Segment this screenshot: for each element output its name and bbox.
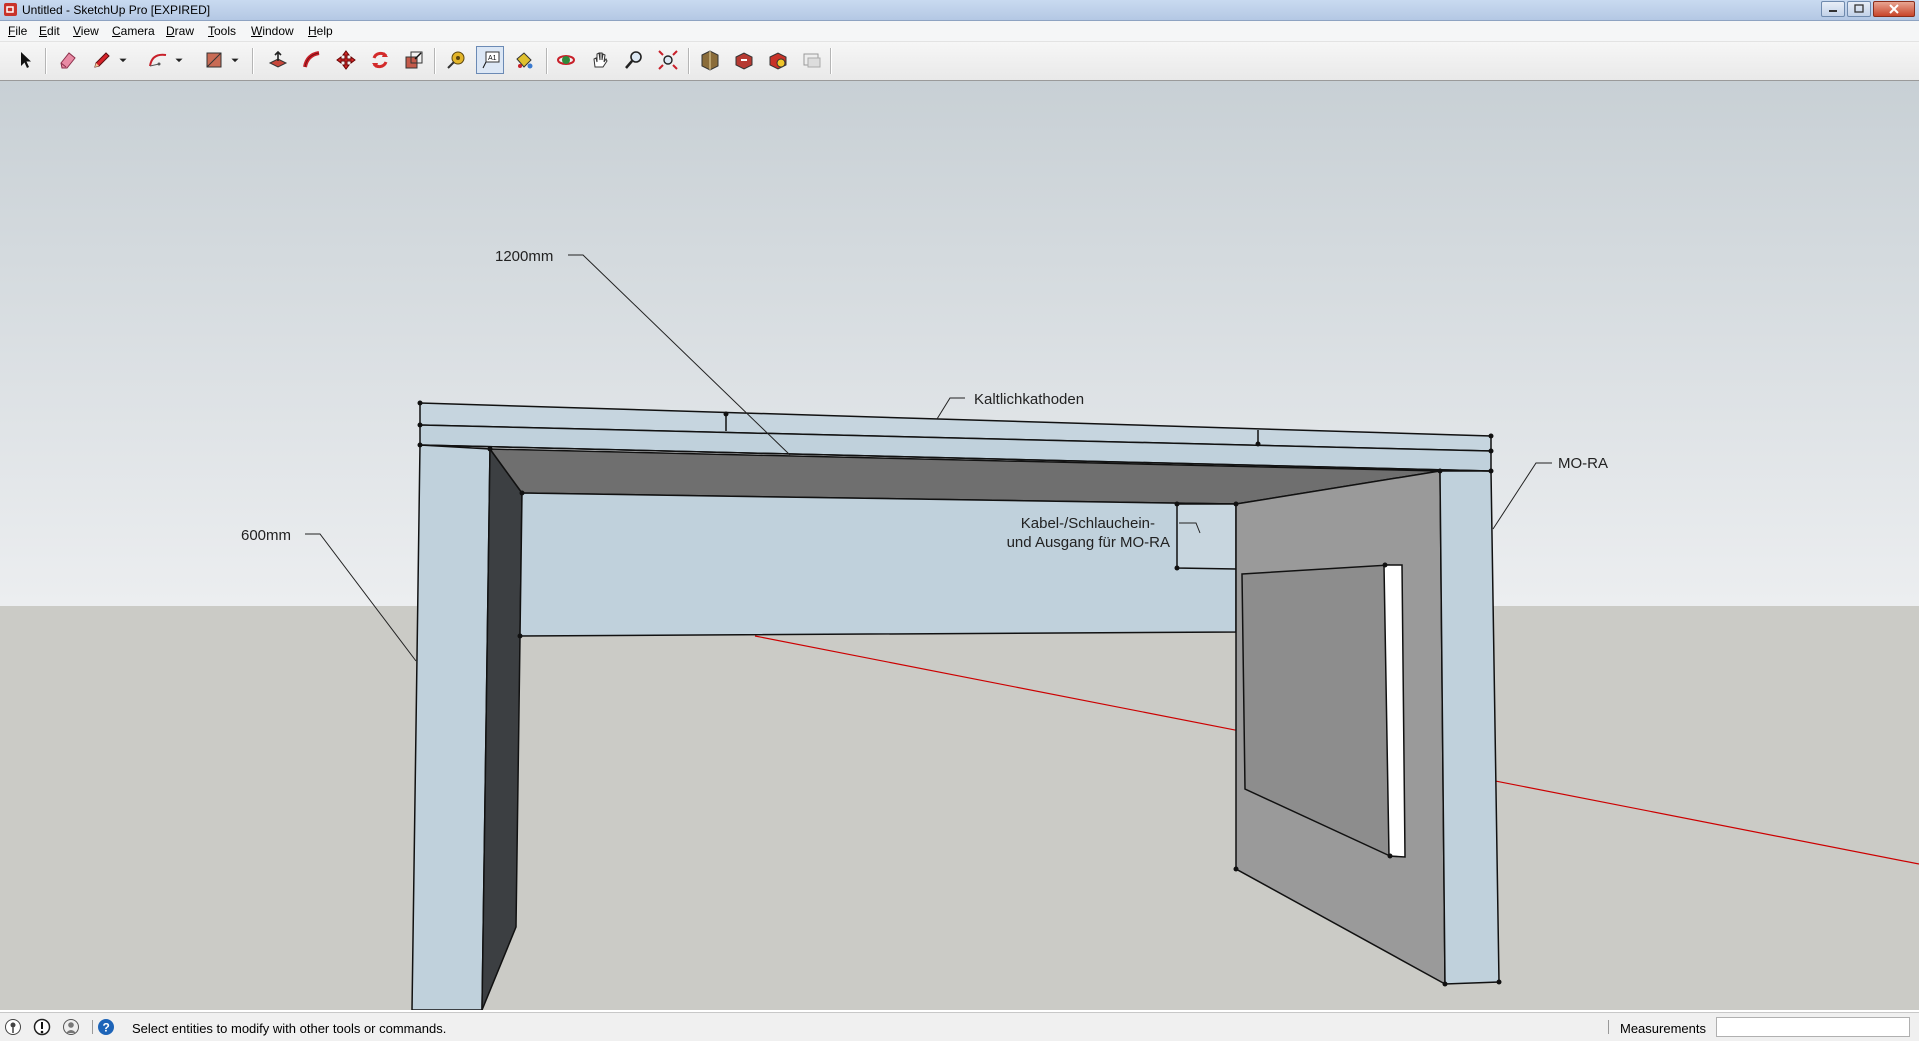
menu-draw[interactable]: Draw [166,24,194,38]
svg-text:A1: A1 [488,55,497,62]
dimension-label-width[interactable]: 1200mm [495,248,553,265]
menu-view[interactable]: View [73,24,99,38]
toolbar-separator [830,48,832,74]
status-separator [92,1020,93,1034]
sketchup-logo-icon [4,3,17,16]
close-icon[interactable] [1873,1,1915,17]
toolbar-separator [434,48,436,74]
rotate-icon[interactable] [366,46,394,74]
rectangle-icon[interactable] [200,46,228,74]
toolbar-separator [252,48,254,74]
title-bar: Untitled - SketchUp Pro [EXPIRED] [0,0,1919,21]
measurements-input[interactable] [1716,1017,1910,1037]
follow-me-icon[interactable] [298,46,326,74]
push-pull-icon[interactable] [264,46,292,74]
menu-camera[interactable]: Camera [112,24,155,38]
geo-location-icon[interactable] [4,1018,22,1036]
maximize-icon[interactable] [1847,1,1871,17]
arc-icon[interactable] [144,46,172,74]
toolbar-separator [45,48,47,74]
paint-bucket-icon[interactable] [510,46,538,74]
send-to-layout-icon[interactable] [798,46,826,74]
menu-help[interactable]: Help [308,24,333,38]
pencil-dropdown-chevron-down-icon[interactable] [116,46,130,74]
measurements-separator [1608,1020,1609,1034]
zoom-icon[interactable] [620,46,648,74]
label-mo-ra[interactable]: MO-RA [1558,455,1608,472]
help-icon[interactable]: ? [97,1018,115,1036]
extension-warehouse-icon[interactable] [764,46,792,74]
minimize-icon[interactable] [1821,1,1845,17]
label-cutout-line1[interactable]: Kabel-/Schlauchein- [1021,515,1155,532]
main-toolbar: A1 [0,42,1919,81]
right-leg-outer-face [1439,470,1500,985]
select-icon[interactable] [12,46,40,74]
svg-text:?: ? [103,1021,110,1035]
text-icon[interactable]: A1 [476,46,504,74]
pan-icon[interactable] [586,46,614,74]
menu-bar: File Edit View Camera Draw Tools Window … [0,21,1919,42]
orbit-icon[interactable] [552,46,580,74]
model-viewport[interactable]: 1200mm 600mm Kaltlichkathoden MO-RA Kabe… [0,81,1919,1010]
measurements-label: Measurements [1620,1021,1706,1036]
share-model-icon[interactable] [730,46,758,74]
pencil-icon[interactable] [88,46,116,74]
arc-dropdown-chevron-down-icon[interactable] [172,46,186,74]
toolbar-separator [546,48,548,74]
eraser-icon[interactable] [54,46,82,74]
rectangle-dropdown-chevron-down-icon[interactable] [228,46,242,74]
left-leg-outer-face [411,444,491,1010]
status-bar: ? Select entities to modify with other t… [0,1012,1919,1041]
scale-icon[interactable] [400,46,428,74]
tape-measure-icon[interactable] [442,46,470,74]
toolbar-separator [688,48,690,74]
user-icon[interactable] [62,1018,80,1036]
label-kaltlichkathoden[interactable]: Kaltlichkathoden [974,391,1084,408]
move-icon[interactable] [332,46,360,74]
credits-icon[interactable] [33,1018,51,1036]
menu-window[interactable]: Window [251,24,294,38]
dimension-label-depth[interactable]: 600mm [241,527,291,544]
3d-warehouse-icon[interactable] [696,46,724,74]
zoom-extents-icon[interactable] [654,46,682,74]
label-cutout-line2[interactable]: und Ausgang für MO-RA [1007,534,1170,551]
menu-tools[interactable]: Tools [208,24,236,38]
window-title: Untitled - SketchUp Pro [EXPIRED] [22,3,211,17]
status-help-text: Select entities to modify with other too… [132,1021,447,1036]
cable-cutout [1176,503,1237,570]
menu-file[interactable]: File [8,24,27,38]
menu-edit[interactable]: Edit [39,24,60,38]
